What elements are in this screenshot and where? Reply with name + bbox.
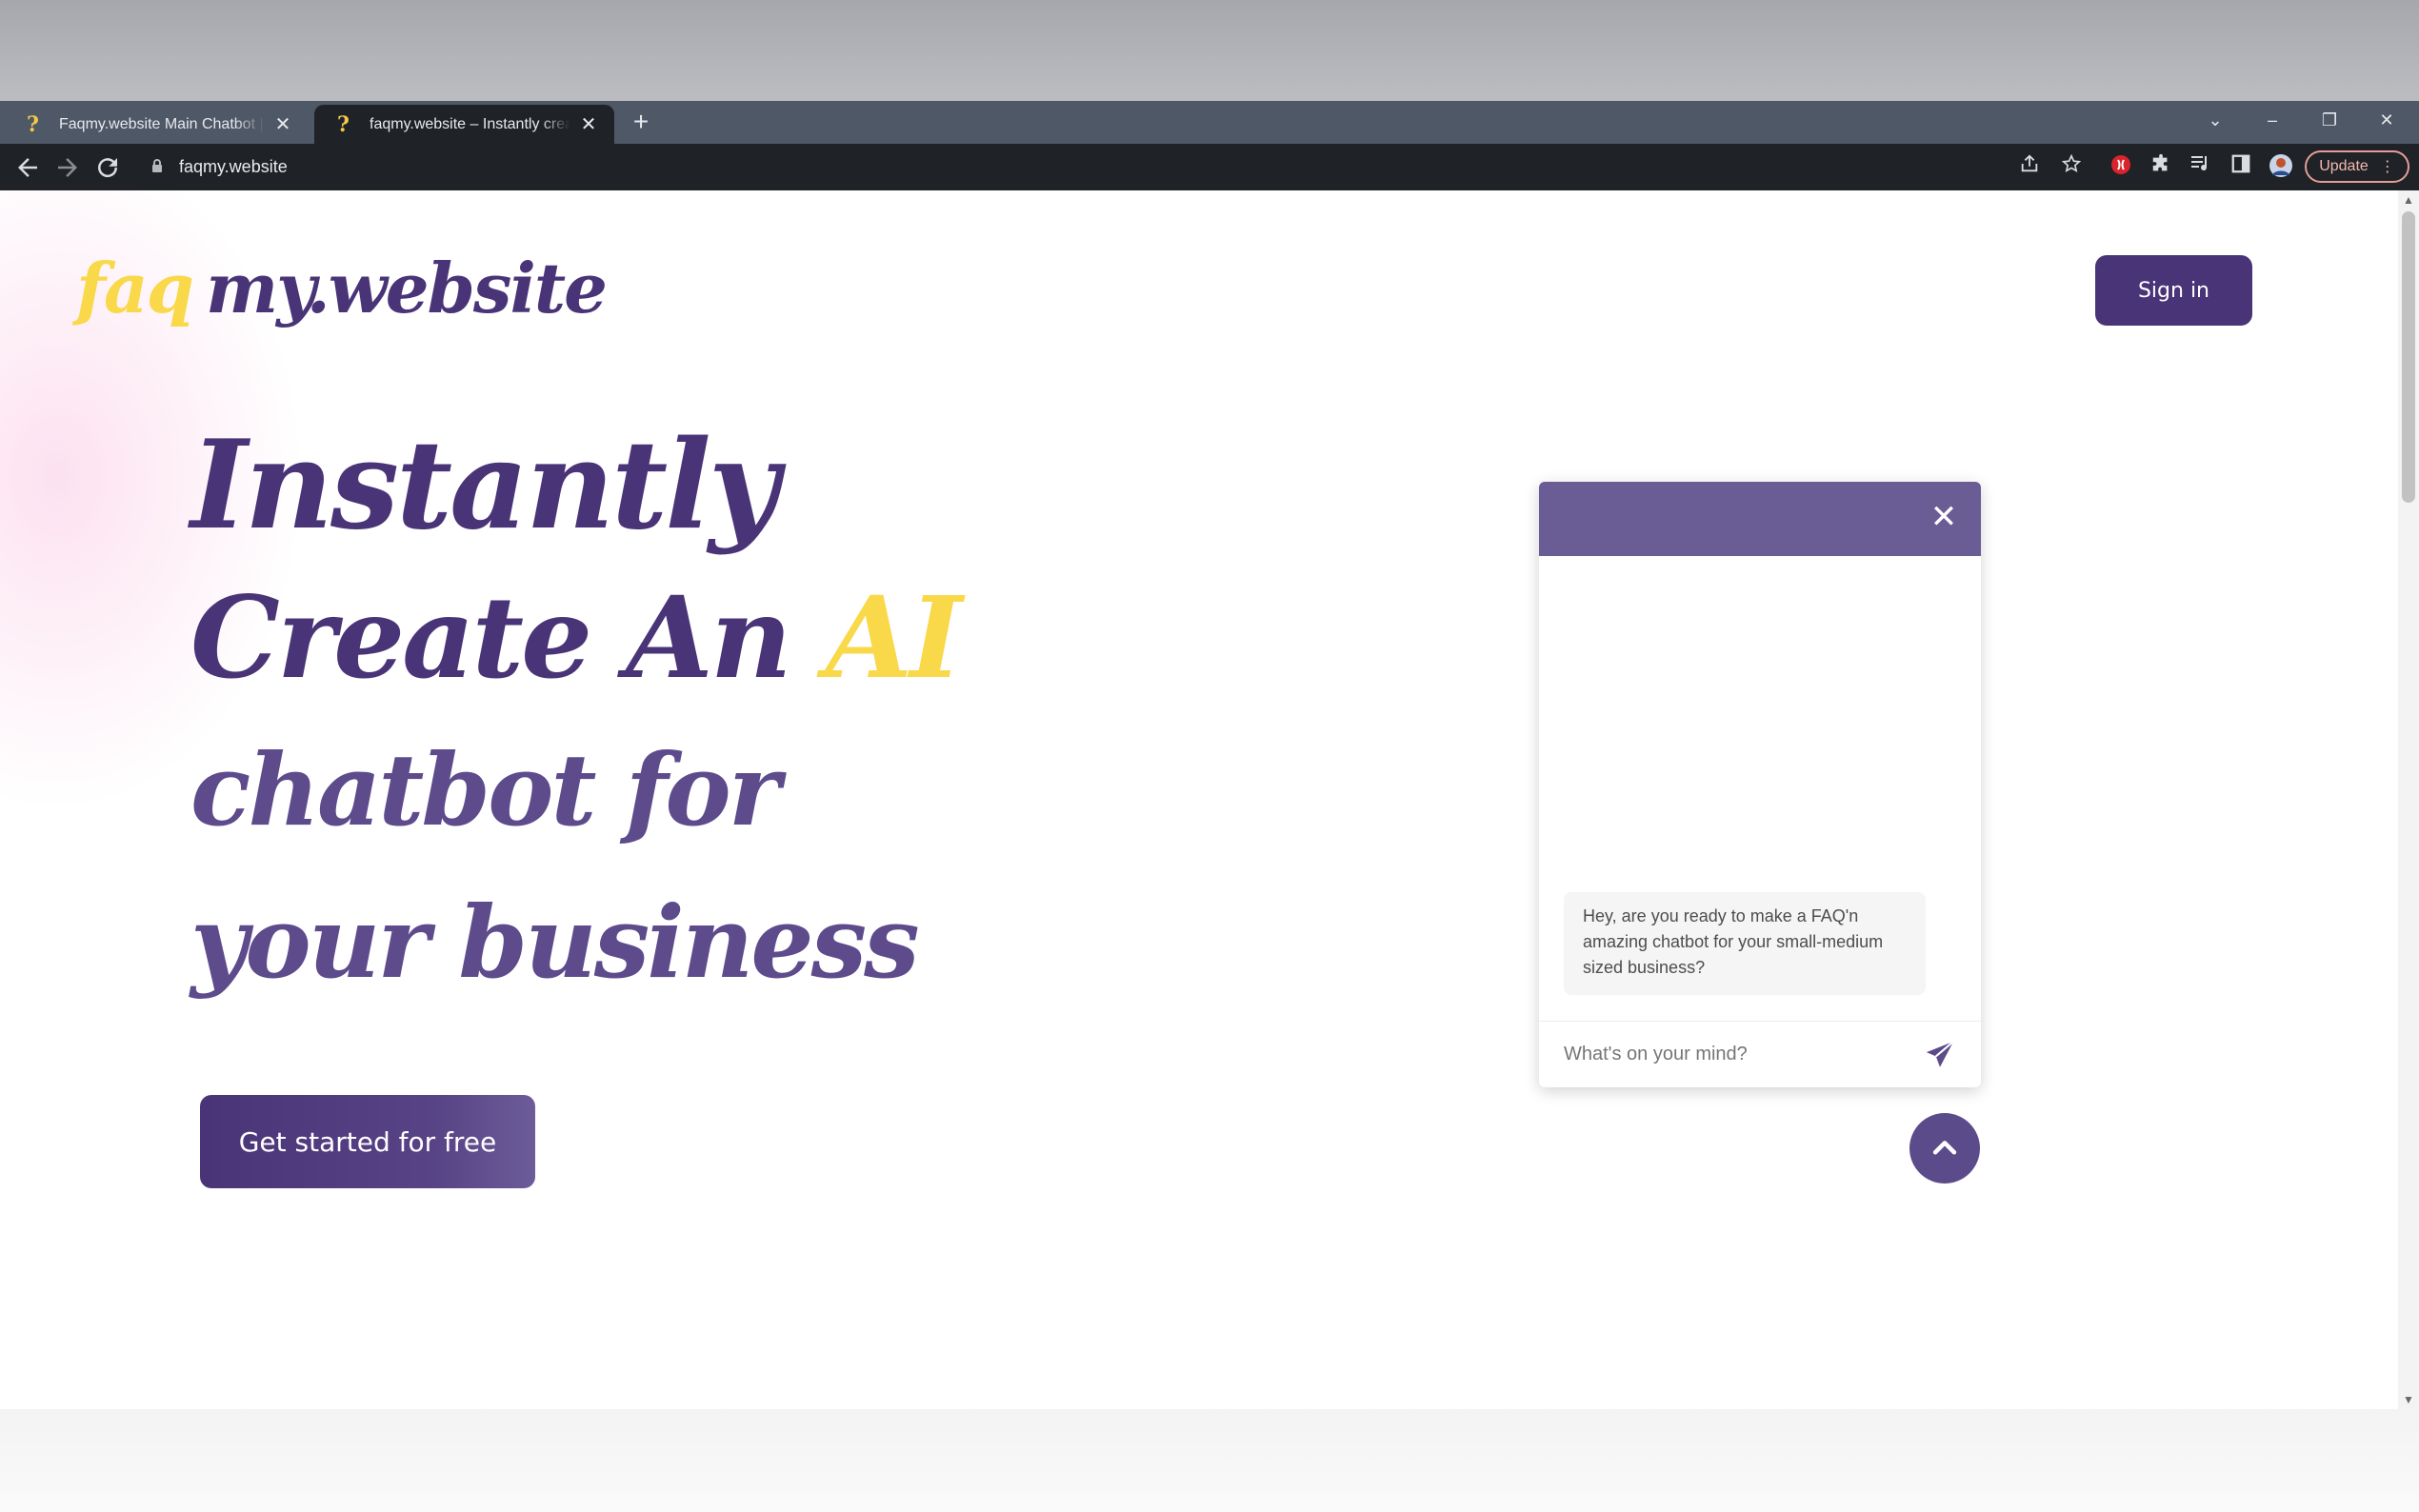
share-icon[interactable] [2015,153,2044,182]
bot-message: Hey, are you ready to make a FAQ'n amazi… [1564,892,1926,995]
site-logo[interactable]: faq my.website [76,248,608,333]
address-bar[interactable]: faqmy.website [139,150,2082,183]
close-icon[interactable]: ✕ [1928,501,1960,533]
scroll-up-arrow-icon[interactable]: ▲ [2398,190,2419,209]
restore-button[interactable]: ❐ [2310,107,2349,133]
hero-line-1: Instantly [190,414,779,557]
reload-icon[interactable] [93,153,122,182]
profile-avatar[interactable] [2267,153,2295,182]
hero-line-2: Create An AI [190,562,1143,714]
tab-title: Faqmy.website Main Chatbot | Faqmy.websi… [59,115,265,132]
back-arrow-icon[interactable] [13,153,42,182]
desktop-wallpaper [0,0,2419,101]
tab-strip: ? Faqmy.website Main Chatbot | Faqmy.web… [0,101,2419,144]
star-icon[interactable] [2057,153,2086,182]
hero-line-4: your business [190,884,920,1001]
extension-icon[interactable] [2107,153,2135,182]
hero-accent-ai: AI [825,571,963,704]
favicon-question-icon: ? [27,111,39,137]
chat-message-input[interactable] [1564,1044,1924,1065]
new-tab-button[interactable]: + [629,107,653,137]
chat-widget: ✕ Hey, are you ready to make a FAQ'n ama… [1539,482,1981,1087]
tab-search-chevron-icon[interactable]: ⌄ [2196,107,2234,133]
logo-domain: my.website [205,248,608,328]
get-started-button[interactable]: Get started for free [200,1095,535,1188]
minimize-button[interactable]: – [2253,107,2291,133]
tab-close-icon[interactable]: ✕ [578,112,599,136]
page-viewport: faq my.website Sign in Instantly Create A… [0,190,2419,1409]
send-icon[interactable] [1924,1039,1956,1071]
puzzle-icon[interactable] [2147,153,2175,182]
tab-title: faqmy.website – Instantly create an AI c… [370,115,570,132]
url-text: faqmy.website [179,156,288,176]
chevron-up-icon [1932,1141,1957,1155]
forward-arrow-icon[interactable] [53,153,82,182]
chat-header: ✕ [1539,482,1981,556]
tab-faqmy-main-chatbot[interactable]: ? Faqmy.website Main Chatbot | Faqmy.web… [4,105,309,144]
media-icon[interactable] [2187,153,2215,182]
tab-faqmy-home[interactable]: ? faqmy.website – Instantly create an AI… [314,105,614,144]
hero-line-3: chatbot for [190,731,781,848]
scroll-down-arrow-icon[interactable]: ▼ [2398,1390,2419,1409]
page-scrollbar[interactable]: ▲ ▼ [2398,190,2419,1409]
lock-icon [150,158,170,176]
hero-headline: Instantly Create An AI chatbot for your … [190,409,1143,1019]
kebab-menu-icon: ⋮ [2379,159,2395,175]
tab-close-icon[interactable]: ✕ [272,112,293,136]
sidebar-icon[interactable] [2227,153,2255,182]
favicon-question-icon: ? [337,111,350,137]
update-label: Update [2319,158,2369,174]
sign-in-button[interactable]: Sign in [2095,255,2252,326]
chat-input-row [1539,1022,1981,1087]
scroll-to-top-button[interactable] [1909,1113,1980,1184]
scroll-thumb[interactable] [2402,211,2415,503]
hero-line-2-main: Create An [190,571,826,704]
update-button[interactable]: Update ⋮ [2305,150,2409,183]
window-close-button[interactable]: ✕ [2368,107,2406,133]
page-footer-band [0,1409,2419,1512]
logo-faq: faq [76,248,194,328]
